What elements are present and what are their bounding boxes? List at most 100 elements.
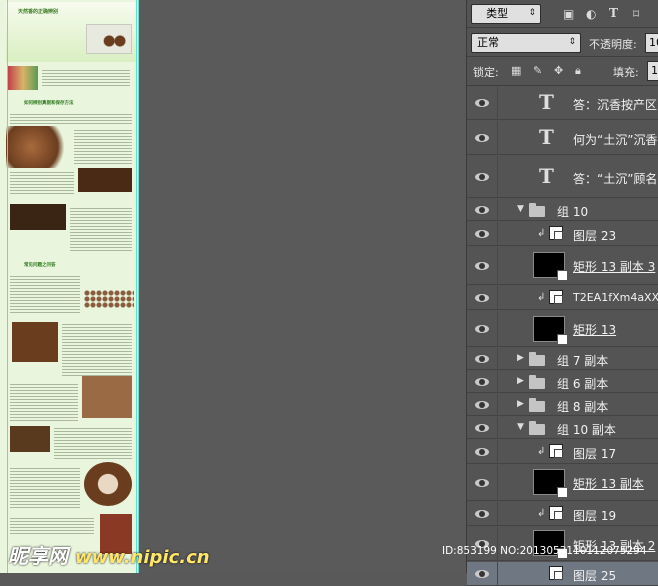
chevron-updown-icon: ⇕ — [568, 37, 576, 47]
text-layer-icon: T — [539, 125, 554, 149]
smart-object-thumbnail — [549, 290, 563, 304]
folder-icon — [529, 421, 545, 435]
layers-panel: ⌕ 类型 ⇕ ▣ ◐ T ⌑ 正常 ⇕ 不透明度: 10 锁定: ▦ ✎ ✥ 🔒… — [466, 0, 658, 586]
chevron-down-icon[interactable]: ▼ — [517, 204, 524, 214]
lock-all-icon[interactable]: 🔒︎ — [575, 64, 581, 78]
bracelet-image — [78, 168, 132, 192]
clipping-arrow-icon: ↲ — [537, 508, 546, 519]
layer-row[interactable]: T 答：沉香按产区 — [467, 86, 658, 120]
layer-row[interactable]: ↲ T2EA1fXm4aXXX — [467, 286, 658, 310]
image-id-caption: ID:853199 NO:20130531101120752​94 — [442, 545, 647, 557]
eye-icon[interactable] — [475, 423, 489, 433]
layer-row[interactable]: 矩形 13 — [467, 311, 658, 347]
shape-filter-icon[interactable]: ⌑ — [633, 7, 639, 21]
layer-name: 答：“土沉”顾名 — [573, 172, 658, 186]
product-strip-image — [8, 66, 38, 90]
doc-header-banner: 天然香的正确辨别 — [6, 2, 136, 62]
guide-line[interactable] — [7, 0, 8, 573]
eye-icon[interactable] — [475, 293, 489, 303]
eye-icon[interactable] — [475, 229, 489, 239]
folder-icon — [529, 352, 545, 366]
wood-block-image — [82, 376, 132, 418]
opacity-input[interactable]: 10 — [645, 33, 658, 53]
text-block — [10, 112, 132, 126]
layer-row[interactable]: T 答：“土沉”顾名 — [467, 156, 658, 198]
eye-icon[interactable] — [475, 447, 489, 457]
shape-thumbnail — [533, 469, 568, 498]
layer-name: 何为“土沉”沉香 — [573, 133, 658, 147]
blend-mode-label: 正常 — [477, 36, 499, 49]
layer-name: 组 10 — [557, 205, 589, 219]
lock-brush-icon[interactable]: ✎ — [533, 64, 542, 78]
fill-input[interactable]: 10 — [647, 61, 658, 81]
eye-icon[interactable] — [475, 172, 489, 182]
eye-icon[interactable] — [475, 509, 489, 519]
eye-icon[interactable] — [475, 261, 489, 271]
text-block — [10, 382, 78, 422]
eye-icon[interactable] — [475, 354, 489, 364]
chevron-right-icon[interactable]: ▶ — [517, 353, 524, 363]
chevron-right-icon[interactable]: ▶ — [517, 376, 524, 386]
folder-icon — [529, 203, 545, 217]
image-filter-icon[interactable]: ▣ — [563, 7, 574, 21]
layer-row[interactable]: ↲ 图层 19 — [467, 502, 658, 526]
layer-name: 组 7 副本 — [557, 354, 609, 368]
group-row[interactable]: ▼ 组 10 副本 — [467, 417, 658, 439]
chevron-updown-icon: ⇕ — [528, 8, 536, 18]
eye-icon[interactable] — [475, 205, 489, 215]
smart-object-thumbnail — [549, 506, 563, 520]
group-row[interactable]: ▶ 组 7 副本 — [467, 348, 658, 370]
fill-label: 填充: — [613, 66, 639, 79]
type-filter-icon[interactable]: T — [609, 6, 618, 20]
document-preview[interactable]: 天然香的正确辨别 如何辨别真假和保存方法 常见问题之问答 — [0, 0, 139, 573]
layer-row[interactable]: ↲ 图层 23 — [467, 222, 658, 246]
text-block — [70, 206, 132, 252]
chevron-right-icon[interactable]: ▶ — [517, 399, 524, 409]
chevron-down-icon[interactable]: ▼ — [517, 422, 524, 432]
adjustment-filter-icon[interactable]: ◐ — [586, 7, 596, 21]
watermark: 昵享网 www.nipic.cn — [8, 540, 210, 569]
eye-icon[interactable] — [475, 324, 489, 334]
group-row[interactable]: ▼ 组 10 — [467, 199, 658, 221]
guide-line[interactable] — [136, 0, 137, 573]
layer-name: 图层 25 — [573, 569, 617, 583]
filter-kind-select[interactable]: ⌕ 类型 ⇕ — [471, 4, 541, 24]
text-block — [10, 516, 94, 536]
group-row[interactable]: ▶ 组 6 副本 — [467, 371, 658, 393]
group-row[interactable]: ▶ 组 8 副本 — [467, 394, 658, 416]
layer-row-selected[interactable]: 图层 25 — [467, 562, 658, 586]
filter-row: ⌕ 类型 ⇕ ▣ ◐ T ⌑ — [467, 0, 658, 28]
search-icon: ⌕ — [477, 9, 483, 20]
eye-icon[interactable] — [475, 478, 489, 488]
eye-icon[interactable] — [475, 569, 489, 579]
layer-row[interactable]: T 何为“土沉”沉香 — [467, 121, 658, 155]
lock-transparency-icon[interactable]: ▦ — [511, 64, 521, 78]
blend-mode-select[interactable]: 正常 ⇕ — [471, 33, 581, 53]
smart-object-thumbnail — [549, 226, 563, 240]
eye-icon[interactable] — [475, 98, 489, 108]
eye-icon[interactable] — [475, 133, 489, 143]
text-block — [62, 322, 132, 378]
clipping-arrow-icon: ↲ — [537, 292, 546, 303]
layer-row[interactable]: 矩形 13 副本 — [467, 465, 658, 501]
canvas-area[interactable]: 天然香的正确辨别 如何辨别真假和保存方法 常见问题之问答 昵享网 www.nip… — [0, 0, 466, 573]
eye-icon[interactable] — [475, 400, 489, 410]
text-block — [54, 426, 132, 460]
shape-thumbnail — [533, 316, 568, 345]
eye-icon[interactable] — [475, 377, 489, 387]
tea-cups-image — [102, 34, 126, 48]
layer-row[interactable]: 矩形 13 副本 3 — [467, 247, 658, 285]
clipping-arrow-icon: ↲ — [537, 446, 546, 457]
section-title-1: 如何辨别真假和保存方法 — [24, 101, 74, 106]
layer-name: 答：沉香按产区 — [573, 98, 658, 112]
layer-name: 组 10 副本 — [557, 423, 616, 437]
folder-icon — [529, 375, 545, 389]
text-block — [74, 128, 132, 166]
smart-object-thumbnail — [549, 444, 563, 458]
watermark-brand: 昵享网 — [8, 544, 68, 568]
layer-name: 组 8 副本 — [557, 400, 609, 414]
layer-row[interactable]: ↲ 图层 17 — [467, 440, 658, 464]
text-block — [10, 466, 80, 510]
lock-move-icon[interactable]: ✥ — [554, 64, 563, 78]
layer-name: 矩形 13 副本 3 — [573, 260, 656, 274]
